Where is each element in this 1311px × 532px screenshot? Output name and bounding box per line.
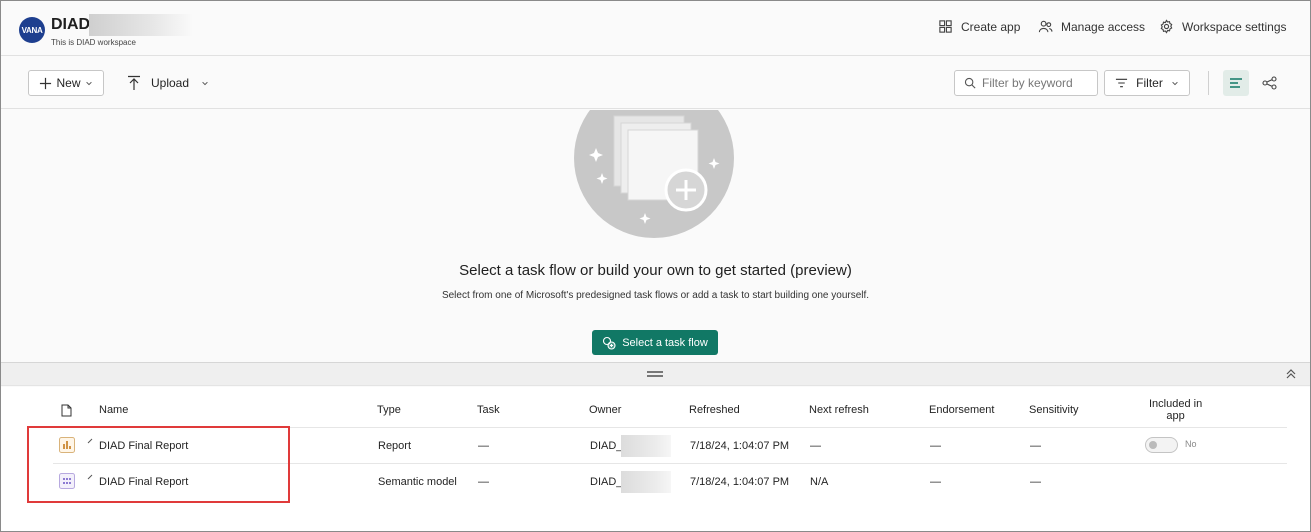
search-icon [964, 77, 976, 89]
shortcut-icon [87, 438, 93, 444]
lineage-view-button[interactable] [1256, 70, 1282, 96]
filter-button-label: Filter [1136, 76, 1163, 90]
column-header-included-line2: app [1166, 410, 1185, 422]
included-in-app-toggle[interactable] [1145, 437, 1178, 453]
select-task-flow-label: Select a task flow [622, 336, 708, 349]
column-header-sensitivity[interactable]: Sensitivity [1029, 404, 1079, 416]
row-name[interactable]: DIAD Final Report [99, 476, 188, 488]
task-flow-icon [603, 336, 616, 350]
shortcut-icon [87, 474, 93, 480]
row-task: — [478, 440, 489, 452]
list-view-button[interactable] [1223, 70, 1249, 96]
manage-access-label: Manage access [1061, 19, 1146, 34]
task-flow-illustration [574, 110, 734, 238]
workspace-settings-button[interactable]: Workspace settings [1159, 19, 1287, 34]
row-name[interactable]: DIAD Final Report [99, 440, 188, 452]
column-header-type[interactable]: Type [377, 404, 401, 416]
row-endorsement: — [930, 440, 941, 452]
row-sensitivity: — [1030, 440, 1041, 452]
empty-state-subtitle: Select from one of Microsoft's predesign… [441, 290, 870, 301]
create-app-icon [939, 20, 952, 33]
column-header-name[interactable]: Name [99, 404, 128, 416]
toolbar: New Upload Filter by keyword Filter [1, 57, 1310, 109]
plus-icon [40, 77, 52, 89]
task-flow-empty-state: Select a task flow or build your own to … [1, 110, 1310, 362]
row-owner: DIAD_ [590, 440, 623, 452]
semantic-model-icon [59, 473, 75, 489]
row-divider [53, 463, 1287, 464]
workspace-logo: VANA [19, 17, 45, 43]
toolbar-divider [1208, 71, 1209, 95]
workspace-name-redaction [89, 14, 193, 36]
row-owner: DIAD_ [590, 476, 623, 488]
row-refreshed: 7/18/24, 1:04:07 PM [690, 476, 790, 488]
row-sensitivity: — [1030, 476, 1041, 488]
row-refreshed: 7/18/24, 1:04:07 PM [690, 440, 790, 452]
row-next-refresh: — [810, 440, 821, 452]
new-button[interactable]: New [28, 70, 104, 96]
report-icon [59, 437, 75, 453]
people-icon [1038, 20, 1053, 33]
chevron-down-icon [202, 81, 208, 86]
workspace-header: VANA DIAD_ This is DIAD workspace Create… [1, 1, 1310, 56]
upload-icon [128, 75, 140, 90]
manage-access-button[interactable]: Manage access [1038, 19, 1145, 34]
column-header-refreshed[interactable]: Refreshed [689, 404, 740, 416]
included-in-app-label: No [1185, 439, 1197, 449]
collapse-up-icon[interactable] [1284, 367, 1298, 381]
column-header-task[interactable]: Task [477, 404, 500, 416]
lineage-icon [1261, 76, 1277, 90]
create-app-label: Create app [961, 19, 1021, 34]
row-type: Semantic model [378, 476, 457, 488]
empty-state-title: Select a task flow or build your own to … [459, 262, 852, 279]
row-task: — [478, 476, 489, 488]
column-header-included-in-app[interactable]: Included in app [1149, 398, 1202, 422]
upload-button-label: Upload [151, 76, 190, 90]
header-divider [53, 427, 1287, 428]
row-next-refresh: N/A [810, 476, 829, 488]
filter-icon [1116, 78, 1128, 88]
gear-icon [1160, 19, 1173, 34]
select-task-flow-button[interactable]: Select a task flow [592, 330, 718, 355]
resize-grip-icon[interactable] [647, 371, 663, 377]
owner-redaction [621, 435, 671, 457]
create-app-button[interactable]: Create app [938, 19, 1020, 34]
column-header-endorsement[interactable]: Endorsement [929, 404, 994, 416]
file-type-icon [61, 404, 72, 417]
workspace-description: This is DIAD workspace [51, 38, 136, 47]
items-table: Name Type Task Owner Refreshed Next refr… [1, 387, 1310, 531]
column-header-next-refresh[interactable]: Next refresh [809, 404, 869, 416]
filter-keyword-input[interactable]: Filter by keyword [954, 70, 1098, 96]
list-view-icon [1230, 78, 1242, 88]
filter-keyword-placeholder: Filter by keyword [982, 76, 1073, 90]
column-header-included-line1: Included in [1149, 398, 1203, 410]
row-endorsement: — [930, 476, 941, 488]
filter-button[interactable]: Filter [1104, 70, 1190, 96]
workspace-settings-label: Workspace settings [1182, 19, 1287, 34]
pane-splitter[interactable] [1, 362, 1310, 386]
column-header-owner[interactable]: Owner [589, 404, 621, 416]
new-button-label: New [56, 76, 81, 90]
owner-redaction [621, 471, 671, 493]
chevron-down-icon [85, 81, 92, 86]
chevron-down-icon [1172, 81, 1178, 86]
row-type: Report [378, 440, 412, 452]
upload-button[interactable]: Upload [127, 70, 209, 96]
